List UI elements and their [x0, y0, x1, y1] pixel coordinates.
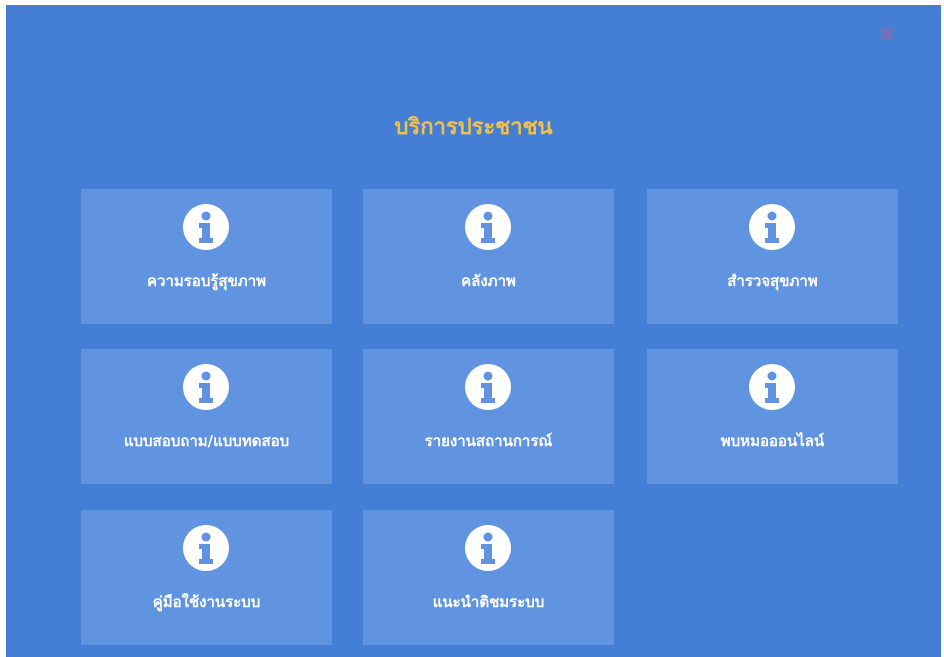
info-icon: [749, 364, 795, 410]
info-icon: [749, 204, 795, 250]
tile-label: สำรวจสุขภาพ: [727, 272, 818, 290]
public-services-dialog: บริการประชาชน ความรอบรู้สุขภาพ คลังภาพ ส…: [6, 5, 941, 657]
tile-label: พบหมอออนไลน์: [720, 432, 825, 450]
tile-health-survey[interactable]: สำรวจสุขภาพ: [647, 189, 898, 324]
info-icon: [465, 525, 511, 571]
tile-user-manual[interactable]: คู่มือใช้งานระบบ: [81, 510, 332, 645]
info-icon: [183, 204, 229, 250]
dialog-title: บริการประชาชน: [394, 115, 553, 140]
tile-label: คลังภาพ: [461, 272, 516, 290]
tile-feedback[interactable]: แนะนำติชมระบบ: [363, 510, 614, 645]
tile-situation-report[interactable]: รายงานสถานการณ์: [363, 349, 614, 484]
info-icon: [465, 204, 511, 250]
tile-label: รายงานสถานการณ์: [424, 432, 553, 450]
tile-questionnaire[interactable]: แบบสอบถาม/แบบทดสอบ: [81, 349, 332, 484]
info-icon: [183, 364, 229, 410]
tile-label: คู่มือใช้งานระบบ: [152, 593, 261, 611]
tile-health-literacy[interactable]: ความรอบรู้สุขภาพ: [81, 189, 332, 324]
tile-label: แบบสอบถาม/แบบทดสอบ: [123, 432, 290, 450]
tile-label: ความรอบรู้สุขภาพ: [146, 272, 267, 290]
close-button[interactable]: [876, 23, 898, 45]
info-icon: [465, 364, 511, 410]
info-icon: [183, 525, 229, 571]
tile-online-doctor[interactable]: พบหมอออนไลน์: [647, 349, 898, 484]
close-icon: [880, 27, 894, 41]
tile-label: แนะนำติชมระบบ: [432, 593, 545, 611]
tile-gallery[interactable]: คลังภาพ: [363, 189, 614, 324]
